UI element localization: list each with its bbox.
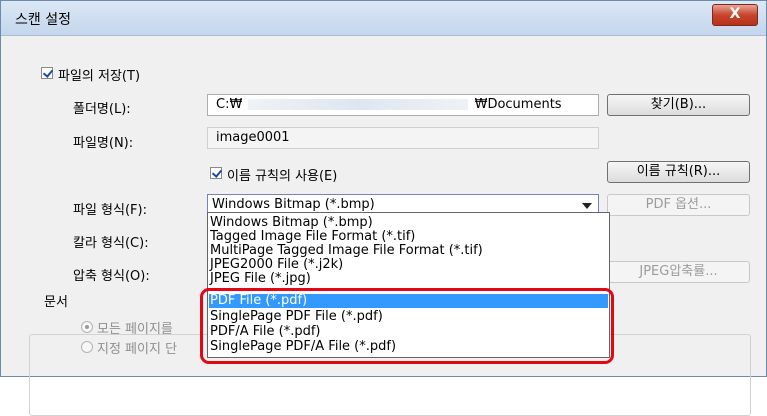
file-format-option[interactable]: PDF/A File (*.pdf) — [210, 325, 320, 339]
pdf-options-button[interactable]: PDF 옵션... — [607, 194, 750, 216]
file-format-option[interactable]: MultiPage Tagged Image File Format (*.ti… — [210, 244, 483, 258]
folder-input[interactable]: C:₩ ₩Documents — [207, 94, 599, 116]
chevron-down-icon — [582, 203, 592, 209]
window-title: 스캔 설정 — [15, 12, 71, 28]
file-format-option-selected[interactable]: PDF File (*.pdf) — [209, 294, 608, 308]
redacted-path — [248, 99, 469, 110]
naming-rule-checkbox[interactable] — [210, 167, 222, 179]
naming-rule-label: 이름 규칙의 사용(E) — [227, 169, 338, 184]
file-format-option[interactable]: SinglePage PDF File (*.pdf) — [210, 310, 383, 324]
all-pages-radio[interactable] — [81, 321, 93, 333]
save-file-label: 파일의 저장(T) — [58, 69, 141, 84]
folder-path-prefix: C:₩ — [216, 97, 243, 112]
document-group-label: 문서 — [41, 291, 71, 310]
file-format-selected: Windows Bitmap (*.bmp) — [212, 197, 375, 212]
specified-pages-label: 지정 페이지 단 — [97, 342, 178, 357]
folder-label: 폴더명(L): — [73, 102, 131, 117]
file-format-option[interactable]: SinglePage PDF/A File (*.pdf) — [210, 340, 396, 354]
save-file-checkbox[interactable] — [41, 67, 53, 79]
file-format-label: 파일 형식(F): — [73, 203, 147, 218]
file-format-option[interactable]: JPEG File (*.jpg) — [210, 272, 311, 286]
jpeg-compression-button[interactable]: JPEG압축률... — [607, 261, 750, 283]
naming-rule-button[interactable]: 이름 규칙(R)... — [607, 161, 750, 183]
scan-settings-dialog: 스캔 설정 X 파일의 저장(T) 폴더명(L): C:₩ ₩Documents… — [0, 0, 767, 416]
file-format-list: Windows Bitmap (*.bmp) Tagged Image File… — [207, 212, 610, 358]
all-pages-label: 모든 페이지를 — [97, 322, 173, 337]
folder-path-suffix: ₩Documents — [474, 97, 562, 112]
file-format-option[interactable]: JPEG2000 File (*.j2k) — [210, 258, 343, 272]
file-name-label: 파일명(N): — [73, 136, 134, 151]
browse-button[interactable]: 찾기(B)... — [607, 94, 750, 116]
file-format-option[interactable]: Windows Bitmap (*.bmp) — [210, 216, 373, 230]
file-format-option[interactable]: Tagged Image File Format (*.tif) — [210, 230, 415, 244]
specified-pages-radio[interactable] — [81, 341, 93, 353]
close-button[interactable]: X — [712, 4, 758, 26]
color-format-label: 칼라 형식(C): — [73, 236, 149, 251]
title-bar: 스캔 설정 X — [1, 1, 766, 36]
compression-label: 압축 형식(O): — [73, 269, 150, 284]
file-name-input[interactable]: image0001 — [207, 127, 599, 149]
